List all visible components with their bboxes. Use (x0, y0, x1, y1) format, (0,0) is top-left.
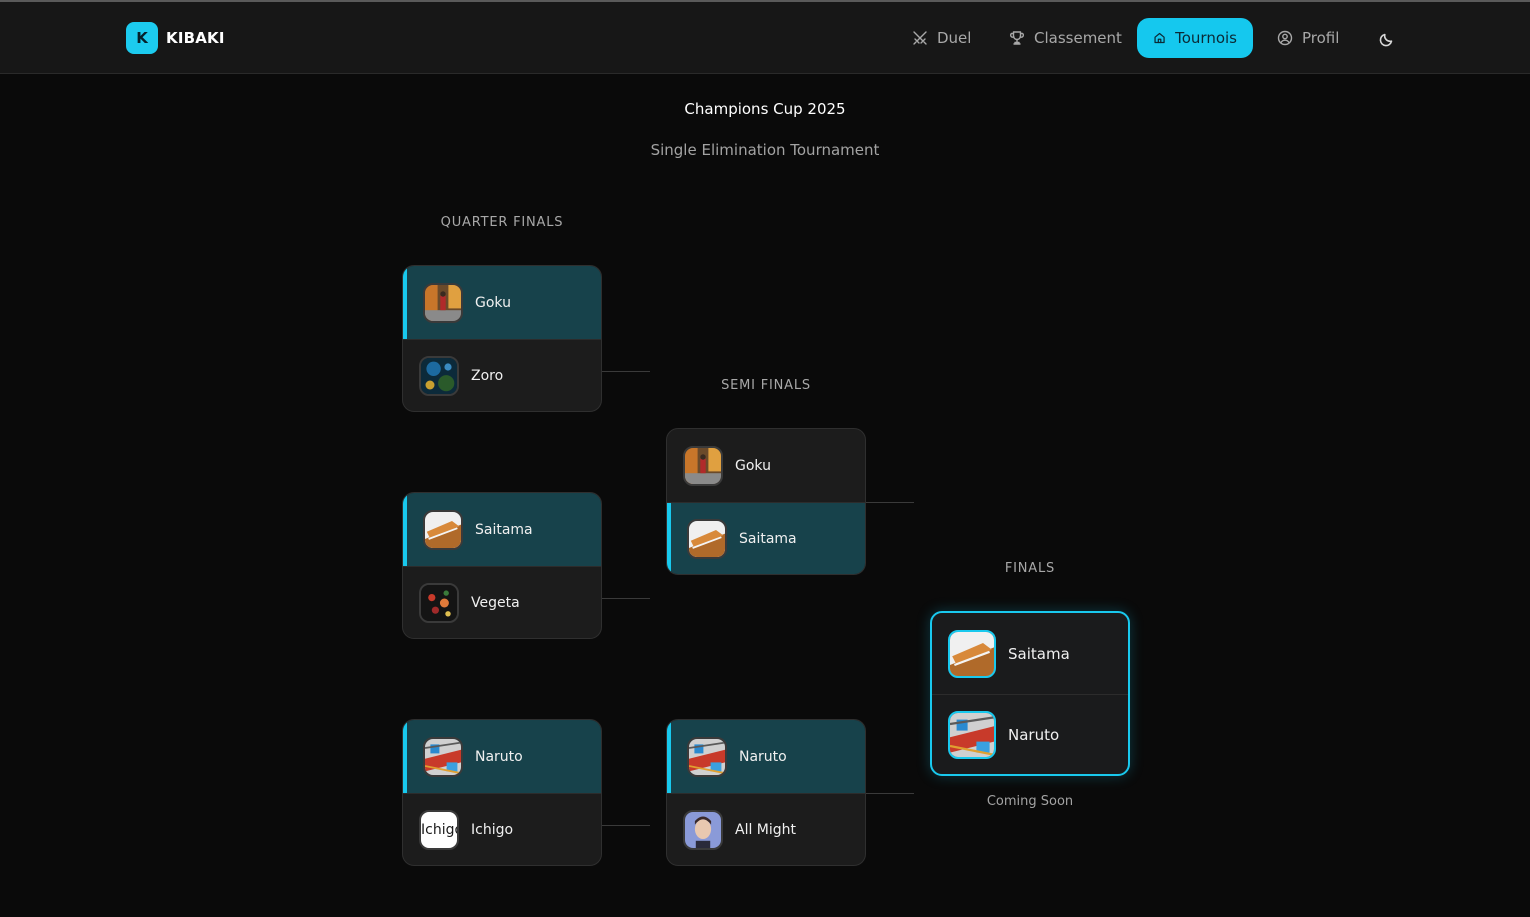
player-name: Naruto (475, 748, 523, 765)
match-player-slot[interactable]: Ichigo Ichigo (403, 793, 601, 865)
bracket-connector (602, 598, 650, 599)
player-name: Naruto (1008, 726, 1060, 744)
match-player-slot[interactable]: Zoro (403, 339, 601, 411)
theme-toggle-button[interactable] (1376, 28, 1398, 50)
nav-profil[interactable]: Profil (1261, 18, 1355, 58)
bracket-connector (602, 825, 650, 826)
logo-badge: K (126, 22, 158, 54)
nav-tournois[interactable]: Tournois (1137, 18, 1253, 58)
player-name: Naruto (739, 748, 787, 765)
avatar-all-might (683, 810, 723, 850)
match-player-slot[interactable]: All Might (667, 793, 865, 865)
player-name: Vegeta (471, 595, 520, 611)
match-player-slot[interactable]: Naruto (932, 694, 1128, 774)
moon-icon (1379, 33, 1393, 47)
avatar-naruto (423, 736, 463, 777)
final-match[interactable]: Saitama Naruto (930, 611, 1130, 776)
match-player-slot[interactable]: Vegeta (403, 566, 601, 638)
round-label-final: FINALS (1004, 561, 1056, 576)
match-player-slot[interactable]: Saitama (403, 493, 601, 566)
match-player-slot[interactable]: Saitama (932, 613, 1128, 694)
tournament-title: Champions Cup 2025 (684, 100, 846, 118)
match-player-slot[interactable]: Saitama (667, 502, 865, 574)
bracket-connector (602, 371, 650, 372)
round-label-semi: SEMI FINALS (721, 378, 811, 393)
quarter-match-1[interactable]: Goku Zoro (402, 265, 602, 412)
nav-duel-label: Duel (937, 29, 972, 47)
semi-match-1[interactable]: Goku Saitama (666, 428, 866, 575)
home-icon (1154, 32, 1165, 44)
quarter-match-2[interactable]: Saitama Vegeta (402, 492, 602, 639)
nav-classement[interactable]: Classement (993, 18, 1138, 58)
match-player-slot[interactable]: Goku (667, 429, 865, 502)
avatar-saitama (687, 519, 727, 559)
avatar-goku (423, 282, 463, 323)
player-name: Saitama (1008, 644, 1070, 663)
nav-duel[interactable]: Duel (896, 18, 987, 58)
avatar-vegeta (419, 583, 459, 623)
avatar-saitama (423, 509, 463, 550)
semi-match-2[interactable]: Naruto All Might (666, 719, 866, 866)
player-name: Goku (475, 294, 511, 311)
avatar-goku (683, 445, 723, 486)
player-name: All Might (735, 822, 797, 838)
nav-tournois-label: Tournois (1175, 29, 1237, 47)
match-player-slot[interactable]: Goku (403, 266, 601, 339)
final-status: Coming Soon (986, 794, 1074, 809)
avatar-saitama (948, 629, 996, 678)
nav-profil-label: Profil (1302, 29, 1340, 47)
round-label-quarter: QUARTER FINALS (440, 215, 564, 230)
match-player-slot[interactable]: Naruto (667, 720, 865, 793)
user-circle-icon (1277, 30, 1293, 46)
nav-classement-label: Classement (1034, 29, 1122, 47)
avatar-naruto (687, 736, 727, 777)
quarter-match-3[interactable]: Naruto Ichigo Ichigo (402, 719, 602, 866)
top-navbar: K KIBAKI Duel Classement Tournois Profil (0, 2, 1530, 74)
player-name: Saitama (739, 531, 797, 547)
avatar-ichigo-broken-image: Ichigo (419, 810, 459, 850)
trophy-icon (1009, 31, 1025, 45)
player-name: Saitama (475, 521, 533, 538)
player-name: Goku (735, 457, 771, 474)
bracket-connector (866, 793, 914, 794)
match-player-slot[interactable]: Naruto (403, 720, 601, 793)
avatar-naruto (948, 711, 996, 759)
avatar-zoro (419, 356, 459, 396)
player-name: Ichigo (471, 822, 514, 838)
bracket-connector (866, 502, 914, 503)
tournament-subtitle: Single Elimination Tournament (650, 141, 880, 159)
brand-logo[interactable]: K KIBAKI (126, 22, 225, 54)
brand-name: KIBAKI (166, 29, 225, 47)
swords-icon (913, 31, 927, 45)
player-name: Zoro (471, 368, 504, 384)
